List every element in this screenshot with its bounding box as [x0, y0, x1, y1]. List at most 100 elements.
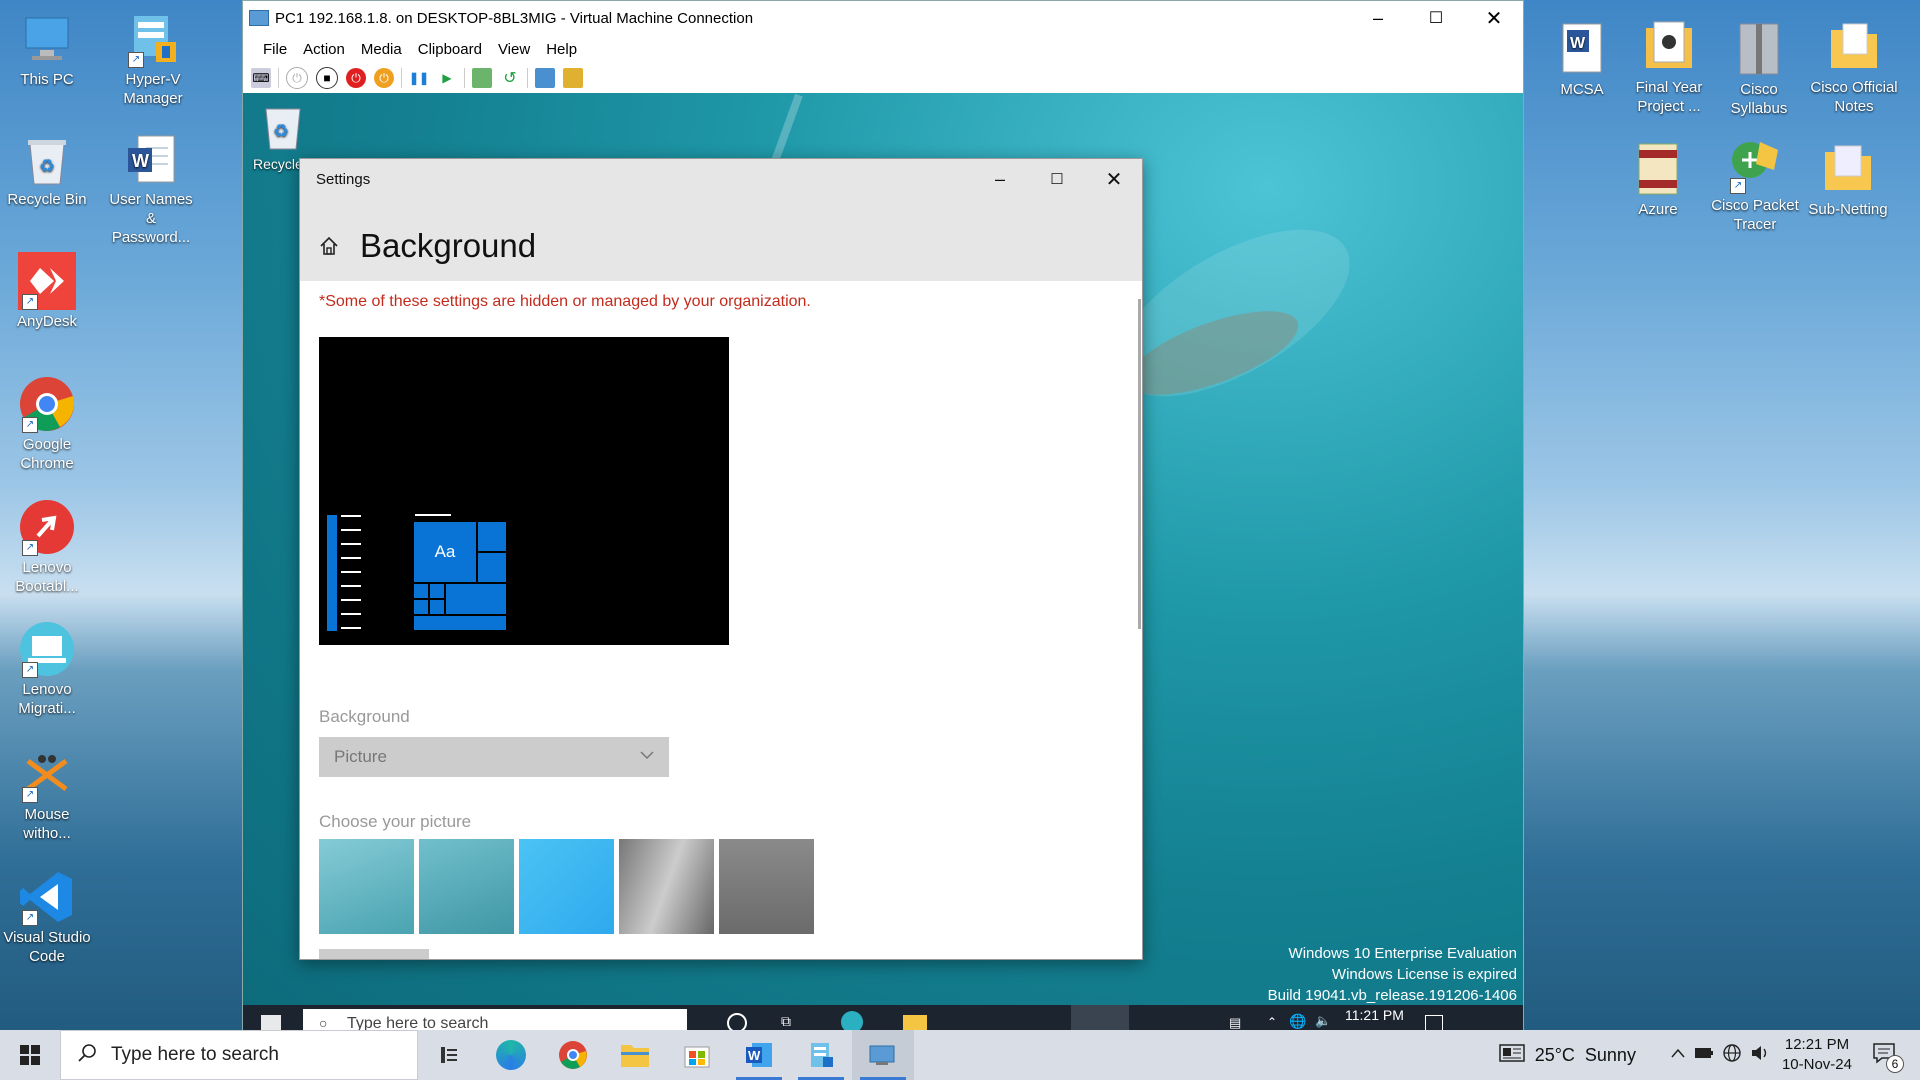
taskbar-chrome[interactable] [542, 1030, 604, 1080]
desktop-icon-this-pc[interactable]: This PC [2, 10, 92, 89]
picture-thumbnail-3[interactable] [519, 839, 614, 934]
pause-icon[interactable]: ❚❚ [409, 68, 429, 88]
vm-toolbar: ⌨ ⏻ ■ ⏻ ⏻ ❚❚ ▶ ↺ [243, 63, 1523, 94]
preview-tile-aa: Aa [414, 522, 476, 582]
word-doc-icon: W [122, 130, 180, 188]
desktop-icon-chrome[interactable]: ↗ Google Chrome [2, 375, 92, 473]
background-preview: Aa [319, 337, 729, 645]
lenovo-migrate-icon: ↗ [18, 620, 76, 678]
vm-minimize-button[interactable]: – [1349, 8, 1407, 29]
vm-menu-view[interactable]: View [494, 41, 534, 58]
desktop-icon-final-year-project[interactable]: Final Year Project ... [1624, 18, 1714, 116]
book-icon [1629, 140, 1687, 198]
guest-edge-icon[interactable] [841, 1011, 863, 1031]
desktop-icon-mouse-without-borders[interactable]: ↗ Mouse witho... [2, 745, 92, 843]
vm-maximize-button[interactable]: ☐ [1407, 8, 1465, 28]
desktop-icon-hyperv[interactable]: ↗ Hyper-V Manager [108, 10, 198, 108]
packet-tracer-icon: ↗ [1726, 136, 1784, 194]
svg-text:W: W [1570, 35, 1586, 52]
page-title: Background [360, 227, 537, 264]
guest-taskview-icon[interactable]: ⧉ [781, 1013, 791, 1030]
guest-search-box[interactable]: ○ Type here to search [303, 1009, 687, 1031]
vm-menu-action[interactable]: Action [299, 41, 349, 58]
search-icon [77, 1043, 97, 1068]
tray-chevron-icon[interactable] [1670, 1046, 1686, 1064]
picture-thumbnail-2[interactable] [419, 839, 514, 934]
ctrl-alt-del-icon[interactable]: ⌨ [251, 68, 271, 88]
org-managed-notice: *Some of these settings are hidden or ma… [319, 293, 811, 310]
network-icon[interactable] [1722, 1043, 1742, 1068]
guest-clock[interactable]: 11:21 PM [1345, 1007, 1404, 1023]
settings-window-title: Settings [316, 171, 371, 188]
volume-icon[interactable] [1750, 1044, 1770, 1067]
settings-close-button[interactable]: ✕ [1086, 159, 1142, 199]
action-center-button[interactable]: 6 [1872, 1042, 1904, 1073]
desktop-icon-lenovo-bootable[interactable]: ↗ Lenovo Bootabl... [2, 498, 92, 596]
guest-active-app[interactable] [1071, 1005, 1129, 1031]
taskbar-word[interactable]: W [728, 1030, 790, 1080]
desktop-icon-cisco-packet-tracer[interactable]: ↗ Cisco Packet Tracer [1710, 136, 1800, 234]
guest-explorer-icon[interactable] [903, 1015, 927, 1031]
desktop-icon-vscode[interactable]: ↗ Visual Studio Code [2, 868, 92, 966]
desktop-icon-azure[interactable]: Azure [1613, 140, 1703, 219]
start-vm-icon[interactable]: ⏻ [286, 67, 308, 89]
browse-button-partial[interactable] [319, 949, 429, 959]
settings-maximize-button[interactable]: ☐ [1029, 159, 1085, 199]
picture-thumbnail-1[interactable] [319, 839, 414, 934]
picture-thumbnail-5[interactable] [719, 839, 814, 934]
start-button[interactable] [0, 1030, 60, 1080]
turn-off-icon[interactable]: ■ [316, 67, 338, 89]
save-state-icon[interactable]: ⏻ [374, 68, 394, 88]
desktop-icon-user-names[interactable]: W User Names & Password... [106, 130, 196, 247]
chevron-down-icon [639, 747, 655, 768]
settings-minimize-button[interactable]: – [972, 159, 1028, 199]
desktop-icon-lenovo-migration[interactable]: ↗ Lenovo Migrati... [2, 620, 92, 718]
guest-tray-chevron-icon[interactable]: ⌃ [1267, 1015, 1277, 1029]
desktop-icon-cisco-syllabus[interactable]: Cisco Syllabus [1714, 20, 1804, 118]
vm-window-title: PC1 192.168.1.8. on DESKTOP-8BL3MIG - Vi… [275, 9, 754, 27]
vm-menu-help[interactable]: Help [542, 41, 581, 58]
edge-icon [496, 1040, 526, 1070]
search-box[interactable]: Type here to search [60, 1030, 418, 1080]
enhanced-session-icon[interactable] [535, 68, 555, 88]
recycle-bin-icon: ♻ [258, 99, 308, 153]
guest-notification-icon[interactable] [1425, 1015, 1443, 1031]
taskbar-vm-connection[interactable] [852, 1030, 914, 1080]
desktop-icon-sub-netting[interactable]: Sub-Netting [1803, 140, 1893, 219]
battery-icon[interactable] [1694, 1046, 1714, 1064]
resume-icon[interactable]: ▶ [437, 68, 457, 88]
task-view-button[interactable] [418, 1030, 480, 1080]
vm-menu-clipboard[interactable]: Clipboard [414, 41, 486, 58]
news-weather-icon[interactable] [1498, 1043, 1525, 1068]
vm-close-button[interactable]: ✕ [1465, 6, 1523, 31]
clock[interactable]: 12:21 PM 10-Nov-24 [1782, 1035, 1852, 1075]
vm-title-bar: PC1 192.168.1.8. on DESKTOP-8BL3MIG - Vi… [243, 1, 1523, 35]
home-icon[interactable] [318, 235, 340, 262]
share-icon[interactable] [563, 68, 583, 88]
doc-icon [1640, 18, 1698, 76]
taskbar-edge[interactable] [480, 1030, 542, 1080]
settings-scrollbar[interactable] [1138, 299, 1141, 629]
checkpoint-icon[interactable] [472, 68, 492, 88]
guest-start-icon[interactable] [261, 1015, 281, 1031]
weather-text[interactable]: 25°C Sunny [1535, 1045, 1636, 1066]
mouse-icon: ↗ [18, 745, 76, 803]
taskbar-file-explorer[interactable] [604, 1030, 666, 1080]
host-taskbar: Type here to search W 25°C Sunny 12:21 P [0, 1030, 1920, 1080]
background-type-dropdown[interactable]: Picture [319, 737, 669, 777]
guest-cortana-icon[interactable] [727, 1013, 747, 1031]
desktop-icon-anydesk[interactable]: ↗ AnyDesk [2, 252, 92, 331]
desktop-icon-cisco-official-notes[interactable]: Cisco Official Notes [1809, 18, 1899, 116]
shut-down-icon[interactable]: ⏻ [346, 68, 366, 88]
taskbar-store[interactable] [666, 1030, 728, 1080]
vm-menu-media[interactable]: Media [357, 41, 406, 58]
picture-thumbnail-4[interactable] [619, 839, 714, 934]
guest-tray-news-icon[interactable]: ▤ [1229, 1015, 1241, 1031]
desktop-icon-mcsa[interactable]: W MCSA [1537, 20, 1627, 99]
vm-menu-file[interactable]: File [259, 41, 291, 58]
revert-icon[interactable]: ↺ [500, 68, 520, 88]
taskbar-hyperv-manager[interactable] [790, 1030, 852, 1080]
desktop-icon-recycle-bin[interactable]: ♻ Recycle Bin [2, 130, 92, 209]
settings-window: Settings – ☐ ✕ Background *Some of these… [299, 158, 1143, 960]
preview-start-menu-lines [341, 515, 361, 631]
